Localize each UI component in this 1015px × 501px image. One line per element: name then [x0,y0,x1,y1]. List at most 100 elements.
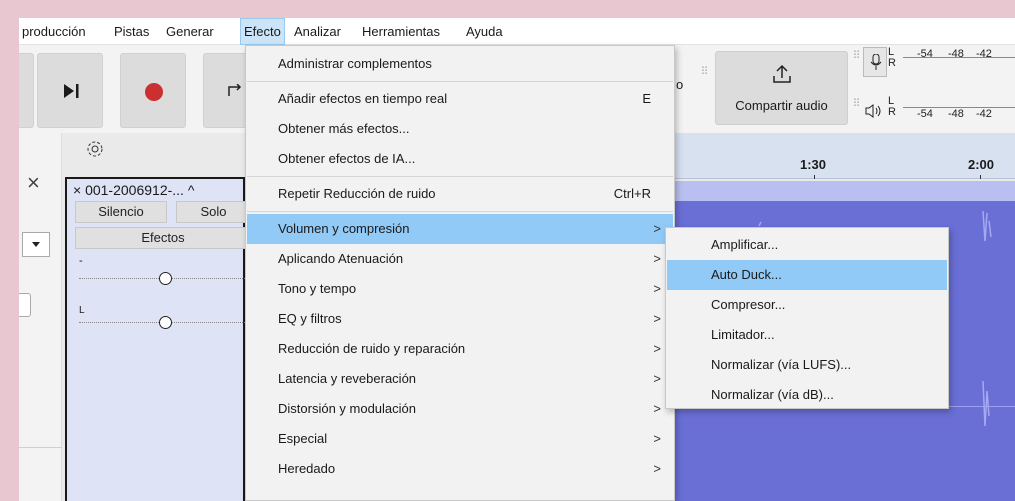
meter-grip-record[interactable]: ⠿ [851,51,861,62]
meter-tick: -54 [917,108,933,120]
menu-item-label: Compresor... [711,297,786,312]
submenu-chevron-icon: > [653,221,661,236]
volume-submenu-item[interactable]: Amplificar... [667,230,947,260]
submenu-chevron-icon: > [653,401,661,416]
menu-ayuda[interactable]: Ayuda [463,18,506,45]
effect-menu-item[interactable]: Heredado > [247,454,673,484]
solo-button[interactable]: Solo [176,201,251,223]
menu-item-label: Normalizar (vía LUFS)... [711,357,852,372]
menu-item-label: Latencia y reveberación [278,371,417,386]
loop-icon [228,84,242,96]
track-close-icon[interactable]: × [73,182,81,198]
menu-bar: producción Pistas Generar Efecto Analiza… [19,18,1015,45]
menu-item-label: Añadir efectos en tiempo real [278,91,448,106]
effect-menu-item[interactable]: Volumen y compresión > [247,214,673,244]
volume-submenu-item[interactable]: Normalizar (vía dB)... [667,380,947,410]
partial-label: o [676,77,684,92]
submenu-chevron-icon: > [653,281,661,296]
submenu-chevron-icon: > [653,311,661,326]
meter-channel-r: R [888,106,896,118]
menu-item-label: Obtener efectos de IA... [278,151,416,166]
effect-menu-item[interactable]: Añadir efectos en tiempo real E [247,84,673,114]
menu-item-label: Administrar complementos [278,56,432,71]
effect-menu-item[interactable]: Latencia y reveberación > [247,364,673,394]
meter-tick: -42 [976,48,992,60]
dropdown-button[interactable] [22,232,50,257]
menu-item-label: Limitador... [711,327,775,342]
volume-submenu-item[interactable]: Auto Duck... [667,260,947,290]
menu-item-label: Auto Duck... [711,267,782,282]
skip-end-icon [64,84,79,98]
audacity-window: producción Pistas Generar Efecto Analiza… [19,18,1015,501]
toolbar-grip[interactable]: ⠿ [699,67,709,78]
gain-label: - [79,255,83,267]
effects-button[interactable]: Efectos [75,227,251,249]
track-name[interactable]: 001-2006912-... [85,182,184,198]
collapse-icon[interactable]: ^ [188,182,195,198]
microphone-icon [870,54,882,70]
effect-menu-item[interactable]: Obtener más efectos... [247,114,673,144]
meter-tick: -48 [948,48,964,60]
effect-menu-item[interactable]: EQ y filtros > [247,304,673,334]
share-label: Compartir audio [735,98,828,113]
menu-item-label: Especial [278,431,328,446]
meter-grip-play[interactable]: ⠿ [851,99,861,110]
submenu-chevron-icon: > [653,341,661,356]
mute-button[interactable]: Silencio [75,201,167,223]
menu-item-label: Aplicando Atenuación [278,251,404,266]
menu-pistas[interactable]: Pistas [111,18,152,45]
effect-menu-item[interactable]: Aplicando Atenuación > [247,244,673,274]
menu-item-label: Repetir Reducción de ruido [278,186,436,201]
share-audio-button[interactable]: Compartir audio [715,51,848,125]
submenu-chevron-icon: > [653,371,661,386]
divider [19,447,62,448]
volume-submenu-item[interactable]: Limitador... [667,320,947,350]
effect-menu-item[interactable]: Repetir Reducción de ruido Ctrl+R [247,179,673,209]
chevron-down-icon [32,242,40,247]
menu-item-label: Tono y tempo [278,281,357,296]
record-icon [145,83,163,101]
submenu-chevron-icon: > [653,251,661,266]
close-icon[interactable]: × [27,170,40,196]
effect-menu-item[interactable]: Distorsión y modulación > [247,394,673,424]
volume-submenu-item[interactable]: Normalizar (vía LUFS)... [667,350,947,380]
effect-menu: Administrar complementos Añadir efectos e… [245,45,675,501]
menu-shortcut: Ctrl+R [613,186,651,201]
effect-menu-item[interactable]: Administrar complementos [247,49,673,79]
menu-item-label: Volumen y compresión [278,221,410,236]
menu-item-label: Reducción de ruido y reparación [278,341,466,356]
gain-slider[interactable] [159,272,172,285]
menu-separator [247,211,673,212]
menu-analizar[interactable]: Analizar [291,18,344,45]
settings-gear-icon[interactable] [86,140,106,160]
playback-meter-button[interactable] [863,96,887,126]
menu-shortcut: E [642,91,651,106]
side-input[interactable] [19,293,31,317]
speaker-icon [865,104,881,118]
ruler-tick-label: 2:00 [968,157,995,172]
menu-item-label: EQ y filtros [278,311,342,326]
effect-menu-item[interactable]: Tono y tempo > [247,274,673,304]
menu-herramientas[interactable]: Herramientas [359,18,443,45]
effect-menu-item[interactable]: Obtener efectos de IA... [247,144,673,174]
meter-tick: -42 [976,108,992,120]
submenu-chevron-icon: > [653,461,661,476]
effect-menu-item[interactable]: Especial > [247,424,673,454]
menu-separator [247,176,673,177]
menu-item-label: Normalizar (vía dB)... [711,387,834,402]
menu-reproduccion[interactable]: producción [19,18,89,45]
record-meter-button[interactable] [863,47,887,77]
pan-slider[interactable] [159,316,172,329]
volume-submenu: Amplificar... Auto Duck... Compresor... Lim… [665,227,949,409]
record-button[interactable] [120,53,186,128]
left-panel: × [19,133,62,501]
play-button[interactable] [19,53,34,128]
meter-tick: -48 [948,108,964,120]
skip-end-button[interactable] [37,53,103,128]
volume-submenu-item[interactable]: Compresor... [667,290,947,320]
submenu-chevron-icon: > [653,431,661,446]
menu-efecto[interactable]: Efecto [240,18,285,45]
menu-generar[interactable]: Generar [163,18,217,45]
menu-item-label: Heredado [278,461,336,476]
effect-menu-item[interactable]: Reducción de ruido y reparación > [247,334,673,364]
